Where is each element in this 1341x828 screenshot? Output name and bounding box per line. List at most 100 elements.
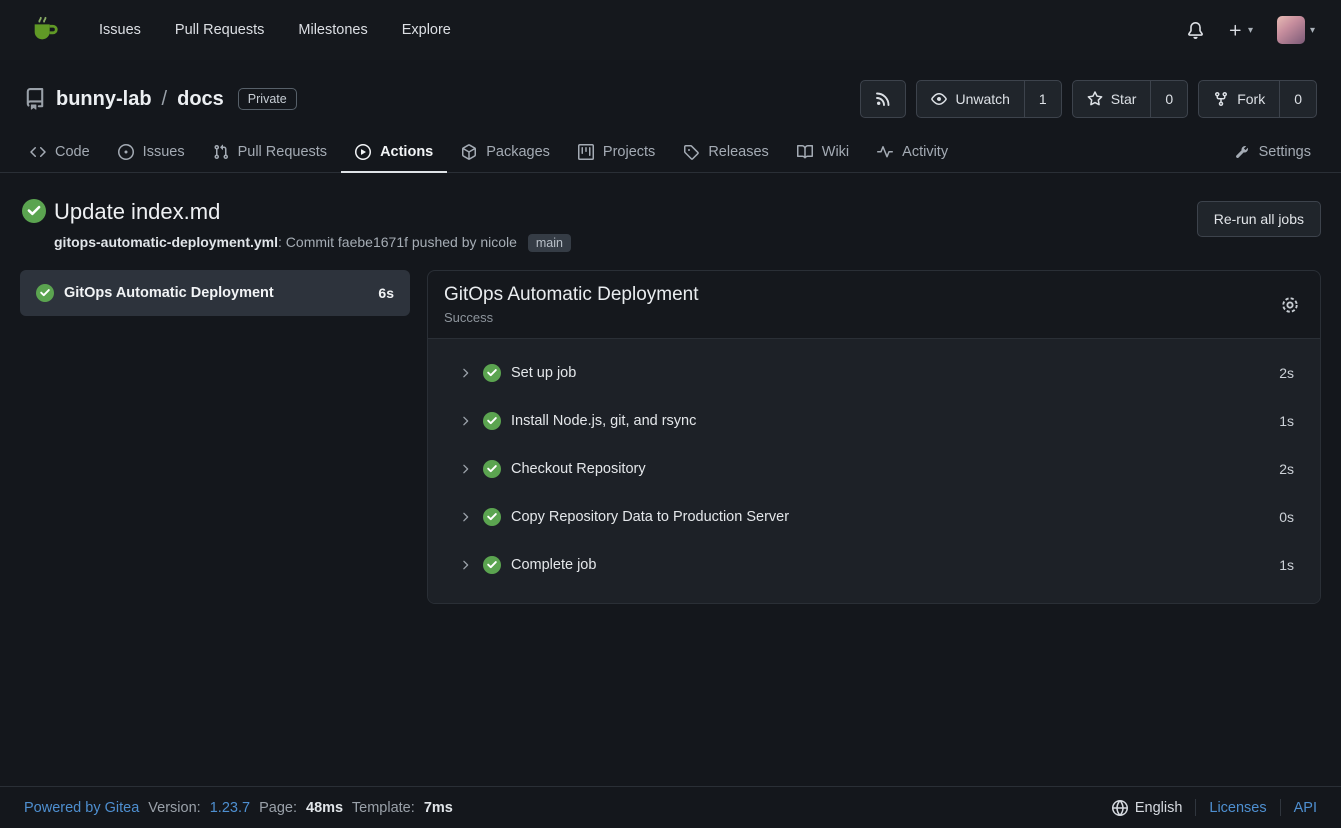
run-header: Update index.md gitops-automatic-deploym… bbox=[0, 173, 1341, 270]
navbar-right: ▾ ▾ bbox=[1187, 16, 1315, 44]
job-list-item[interactable]: GitOps Automatic Deployment 6s bbox=[20, 270, 410, 316]
repo-title: bunny-lab / docs Private bbox=[24, 88, 297, 111]
star-count[interactable]: 0 bbox=[1150, 81, 1187, 117]
eye-icon bbox=[931, 91, 947, 107]
pull-request-icon bbox=[213, 144, 229, 160]
tab-settings[interactable]: Settings bbox=[1220, 132, 1325, 173]
create-menu-button[interactable]: ▾ bbox=[1228, 23, 1253, 38]
chevron-down-icon: ▾ bbox=[1310, 25, 1315, 36]
job-card-header: GitOps Automatic Deployment Success bbox=[428, 271, 1320, 339]
package-icon bbox=[461, 144, 477, 160]
tab-code[interactable]: Code bbox=[16, 132, 104, 173]
top-navbar: Issues Pull Requests Milestones Explore … bbox=[0, 0, 1341, 60]
powered-by-link[interactable]: Powered by Gitea bbox=[24, 800, 139, 816]
nav-link-explore[interactable]: Explore bbox=[385, 14, 468, 46]
job-name: GitOps Automatic Deployment bbox=[64, 285, 274, 301]
language-label: English bbox=[1135, 800, 1183, 816]
page-time-value: 48ms bbox=[306, 800, 343, 816]
repo-tabs: Code Issues Pull Requests Actions Packag… bbox=[0, 132, 1341, 173]
chevron-right-icon[interactable] bbox=[458, 366, 472, 380]
tab-label: Pull Requests bbox=[238, 144, 327, 160]
fork-count[interactable]: 0 bbox=[1279, 81, 1316, 117]
tab-wiki[interactable]: Wiki bbox=[783, 132, 863, 173]
footer-links: English Licenses API bbox=[1112, 799, 1317, 816]
tab-issues[interactable]: Issues bbox=[104, 132, 199, 173]
tag-icon bbox=[683, 144, 699, 160]
tab-label: Actions bbox=[380, 144, 433, 160]
success-check-icon bbox=[483, 460, 501, 478]
api-link[interactable]: API bbox=[1294, 800, 1317, 816]
nav-link-pull-requests[interactable]: Pull Requests bbox=[158, 14, 281, 46]
repo-separator: / bbox=[162, 88, 168, 111]
chevron-right-icon[interactable] bbox=[458, 558, 472, 572]
step-row[interactable]: Copy Repository Data to Production Serve… bbox=[428, 493, 1320, 541]
unwatch-button[interactable]: Unwatch bbox=[917, 81, 1023, 117]
step-name: Set up job bbox=[511, 365, 576, 381]
star-label: Star bbox=[1111, 91, 1137, 107]
gitea-logo[interactable] bbox=[30, 15, 60, 45]
step-row[interactable]: Install Node.js, git, and rsync 1s bbox=[428, 397, 1320, 445]
tab-projects[interactable]: Projects bbox=[564, 132, 669, 173]
chevron-right-icon[interactable] bbox=[458, 414, 472, 428]
fork-button[interactable]: Fork bbox=[1199, 81, 1279, 117]
code-icon bbox=[30, 144, 46, 160]
tab-label: Issues bbox=[143, 144, 185, 160]
language-selector[interactable]: English bbox=[1112, 800, 1183, 816]
step-name: Checkout Repository bbox=[511, 461, 646, 477]
chevron-right-icon[interactable] bbox=[458, 510, 472, 524]
nav-link-milestones[interactable]: Milestones bbox=[281, 14, 384, 46]
jobs-sidebar: GitOps Automatic Deployment 6s bbox=[20, 270, 410, 316]
run-subtitle: gitops-automatic-deployment.yml: Commit … bbox=[54, 234, 571, 252]
rerun-all-jobs-button[interactable]: Re-run all jobs bbox=[1197, 201, 1321, 237]
job-status-text: Success bbox=[444, 310, 699, 325]
repo-name-link[interactable]: docs bbox=[177, 88, 224, 111]
tab-pull-requests[interactable]: Pull Requests bbox=[199, 132, 341, 173]
rss-icon bbox=[875, 91, 891, 107]
step-name: Copy Repository Data to Production Serve… bbox=[511, 509, 789, 525]
star-button[interactable]: Star bbox=[1073, 81, 1151, 117]
wrench-icon bbox=[1234, 144, 1250, 160]
chevron-down-icon: ▾ bbox=[1248, 25, 1253, 36]
version-link[interactable]: 1.23.7 bbox=[210, 800, 250, 816]
step-row[interactable]: Checkout Repository 2s bbox=[428, 445, 1320, 493]
chevron-right-icon[interactable] bbox=[458, 462, 472, 476]
branch-badge[interactable]: main bbox=[528, 234, 571, 252]
success-check-icon bbox=[22, 199, 46, 223]
step-duration: 1s bbox=[1279, 413, 1294, 429]
tab-label: Packages bbox=[486, 144, 550, 160]
bell-icon bbox=[1187, 22, 1204, 39]
play-circle-icon bbox=[355, 144, 371, 160]
tab-activity[interactable]: Activity bbox=[863, 132, 962, 173]
notifications-button[interactable] bbox=[1187, 22, 1204, 39]
footer: Powered by Gitea Version: 1.23.7 Page: 4… bbox=[0, 786, 1341, 828]
nav-link-issues[interactable]: Issues bbox=[82, 14, 158, 46]
step-name: Install Node.js, git, and rsync bbox=[511, 413, 696, 429]
page-time-label: Page: bbox=[259, 800, 297, 816]
step-row[interactable]: Complete job 1s bbox=[428, 541, 1320, 589]
globe-icon bbox=[1112, 800, 1128, 816]
watch-button-group: Unwatch 1 bbox=[916, 80, 1061, 118]
repo-icon bbox=[24, 88, 46, 110]
tab-releases[interactable]: Releases bbox=[669, 132, 782, 173]
job-steps-list: Set up job 2s Install Node.js, git, and … bbox=[428, 339, 1320, 603]
success-check-icon bbox=[483, 364, 501, 382]
workflow-file-name: gitops-automatic-deployment.yml bbox=[54, 234, 278, 250]
user-menu-button[interactable]: ▾ bbox=[1277, 16, 1315, 44]
tab-actions[interactable]: Actions bbox=[341, 132, 447, 173]
tab-label: Wiki bbox=[822, 144, 849, 160]
step-row[interactable]: Set up job 2s bbox=[428, 349, 1320, 397]
gitea-cup-icon bbox=[30, 15, 60, 45]
unwatch-label: Unwatch bbox=[955, 91, 1009, 107]
fork-button-group: Fork 0 bbox=[1198, 80, 1317, 118]
tab-label: Releases bbox=[708, 144, 768, 160]
repo-owner-link[interactable]: bunny-lab bbox=[56, 88, 152, 111]
licenses-link[interactable]: Licenses bbox=[1209, 800, 1266, 816]
footer-divider bbox=[1195, 799, 1196, 816]
template-time-label: Template: bbox=[352, 800, 415, 816]
rss-button[interactable] bbox=[860, 80, 906, 118]
watch-count[interactable]: 1 bbox=[1024, 81, 1061, 117]
tab-packages[interactable]: Packages bbox=[447, 132, 564, 173]
issue-icon bbox=[118, 144, 134, 160]
star-icon bbox=[1087, 91, 1103, 107]
job-settings-button[interactable] bbox=[1280, 295, 1300, 315]
